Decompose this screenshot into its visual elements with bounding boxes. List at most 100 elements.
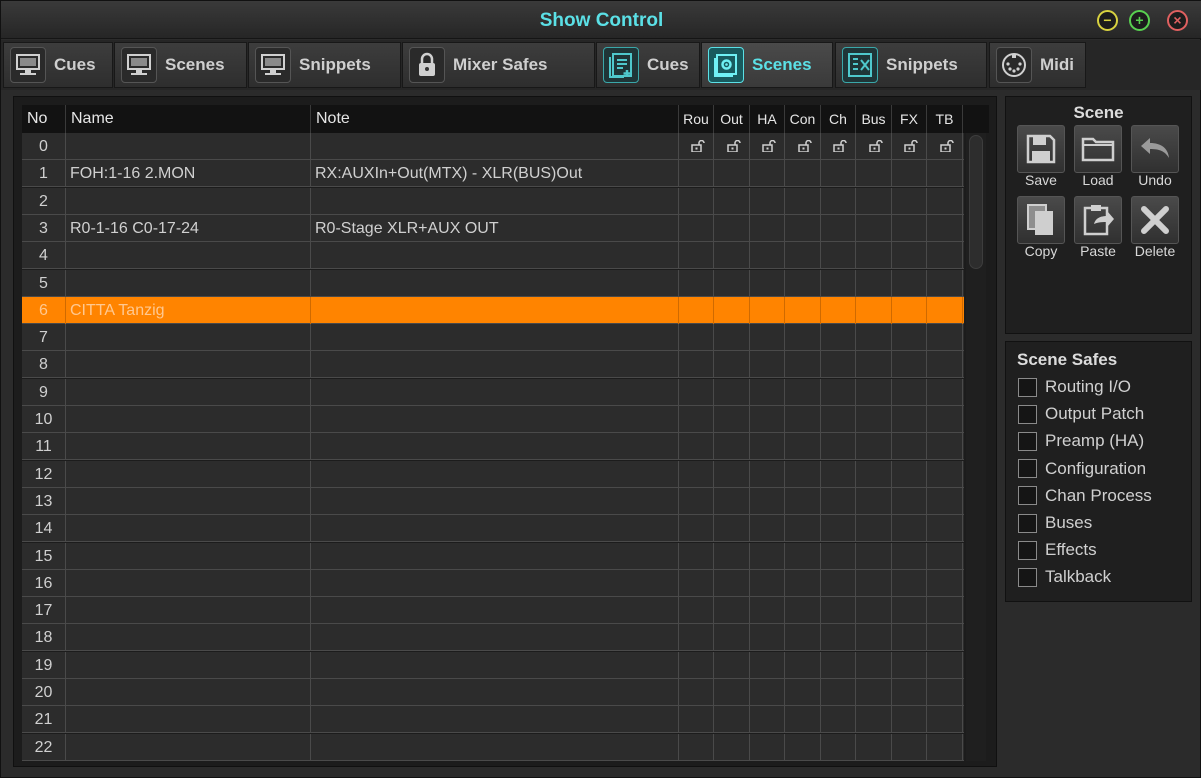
- cell-con[interactable]: [785, 651, 821, 679]
- cell-rou[interactable]: [679, 487, 714, 515]
- cell-out[interactable]: [714, 624, 750, 652]
- cell-note[interactable]: [311, 733, 679, 761]
- cell-no[interactable]: 22: [22, 733, 66, 761]
- cell-fx[interactable]: [892, 733, 927, 761]
- cell-tb[interactable]: [927, 351, 963, 379]
- cell-rou[interactable]: [679, 187, 714, 215]
- cell-tb[interactable]: [927, 651, 963, 679]
- cell-tb[interactable]: [927, 706, 963, 734]
- safe-output-patch[interactable]: Output Patch: [1018, 403, 1144, 425]
- cell-no[interactable]: 3: [22, 214, 66, 242]
- cell-note[interactable]: [311, 597, 679, 625]
- cell-no[interactable]: 12: [22, 460, 66, 488]
- cell-ch[interactable]: [821, 133, 856, 160]
- table-row[interactable]: 14: [22, 515, 964, 543]
- cell-no[interactable]: 16: [22, 569, 66, 597]
- cell-tb[interactable]: [927, 515, 963, 543]
- table-row[interactable]: 7: [22, 324, 964, 352]
- column-header-note[interactable]: Note: [311, 105, 679, 133]
- cell-fx[interactable]: [892, 406, 927, 433]
- cell-rou[interactable]: [679, 242, 714, 270]
- cell-out[interactable]: [714, 679, 750, 706]
- cell-name[interactable]: [66, 460, 311, 488]
- table-row[interactable]: 15: [22, 542, 964, 570]
- cell-tb[interactable]: [927, 187, 963, 215]
- cell-note[interactable]: [311, 296, 679, 324]
- cell-tb[interactable]: [927, 542, 963, 570]
- title-bar[interactable]: Show Control − + ×: [1, 1, 1201, 39]
- cell-bus[interactable]: [856, 351, 892, 379]
- unlock-icon[interactable]: [825, 140, 855, 152]
- cell-ha[interactable]: [750, 133, 785, 160]
- cell-rou[interactable]: [679, 133, 714, 160]
- cell-con[interactable]: [785, 160, 821, 188]
- cell-fx[interactable]: [892, 433, 927, 461]
- cell-name[interactable]: [66, 706, 311, 734]
- cell-rou[interactable]: [679, 624, 714, 652]
- scrollbar-thumb[interactable]: [969, 135, 983, 269]
- cell-no[interactable]: 11: [22, 433, 66, 461]
- cell-con[interactable]: [785, 569, 821, 597]
- cell-rou[interactable]: [679, 515, 714, 543]
- cell-note[interactable]: [311, 569, 679, 597]
- safe-chan-process[interactable]: Chan Process: [1018, 485, 1152, 507]
- cell-fx[interactable]: [892, 378, 927, 406]
- cell-ha[interactable]: [750, 242, 785, 270]
- cell-bus[interactable]: [856, 269, 892, 297]
- cell-rou[interactable]: [679, 324, 714, 352]
- cell-no[interactable]: 5: [22, 269, 66, 297]
- cell-rou[interactable]: [679, 651, 714, 679]
- cell-con[interactable]: [785, 406, 821, 433]
- cell-ha[interactable]: [750, 324, 785, 352]
- checkbox[interactable]: [1018, 567, 1037, 587]
- cell-no[interactable]: 10: [22, 406, 66, 433]
- cell-note[interactable]: [311, 133, 679, 160]
- table-row[interactable]: 22: [22, 733, 964, 761]
- table-row[interactable]: 11: [22, 433, 964, 461]
- cell-out[interactable]: [714, 733, 750, 761]
- cell-out[interactable]: [714, 569, 750, 597]
- undo-button[interactable]: [1131, 125, 1179, 173]
- cell-rou[interactable]: [679, 269, 714, 297]
- load-button[interactable]: [1074, 125, 1122, 173]
- cell-rou[interactable]: [679, 406, 714, 433]
- cell-tb[interactable]: [927, 597, 963, 625]
- cell-no[interactable]: 8: [22, 351, 66, 379]
- cell-note[interactable]: [311, 651, 679, 679]
- column-header-rou[interactable]: Rou: [679, 105, 714, 133]
- cell-ch[interactable]: [821, 242, 856, 270]
- cell-fx[interactable]: [892, 624, 927, 652]
- cell-bus[interactable]: [856, 542, 892, 570]
- checkbox[interactable]: [1018, 377, 1037, 397]
- cell-name[interactable]: [66, 351, 311, 379]
- cell-no[interactable]: 0: [22, 133, 66, 160]
- column-header-bus[interactable]: Bus: [856, 105, 892, 133]
- cell-tb[interactable]: [927, 569, 963, 597]
- copy-button[interactable]: [1017, 196, 1065, 244]
- table-row[interactable]: 16: [22, 569, 964, 597]
- cell-con[interactable]: [785, 733, 821, 761]
- cell-name[interactable]: [66, 515, 311, 543]
- table-row[interactable]: 17: [22, 597, 964, 625]
- cell-con[interactable]: [785, 624, 821, 652]
- cell-name[interactable]: [66, 269, 311, 297]
- cell-bus[interactable]: [856, 324, 892, 352]
- cell-rou[interactable]: [679, 433, 714, 461]
- cell-con[interactable]: [785, 378, 821, 406]
- safe-talkback[interactable]: Talkback: [1018, 566, 1111, 588]
- cell-ch[interactable]: [821, 624, 856, 652]
- cell-no[interactable]: 13: [22, 487, 66, 515]
- cell-fx[interactable]: [892, 515, 927, 543]
- column-header-tb[interactable]: TB: [927, 105, 963, 133]
- table-row[interactable]: 6 CITTA Tanzig: [22, 296, 964, 324]
- cell-ch[interactable]: [821, 706, 856, 734]
- cell-note[interactable]: RX:AUXIn+Out(MTX) - XLR(BUS)Out: [311, 160, 679, 188]
- cell-out[interactable]: [714, 351, 750, 379]
- column-header-name[interactable]: Name: [66, 105, 311, 133]
- unlock-icon[interactable]: [931, 140, 962, 152]
- cell-note[interactable]: [311, 187, 679, 215]
- cell-ha[interactable]: [750, 433, 785, 461]
- column-header-fx[interactable]: FX: [892, 105, 927, 133]
- safe-configuration[interactable]: Configuration: [1018, 458, 1146, 480]
- cell-name[interactable]: [66, 597, 311, 625]
